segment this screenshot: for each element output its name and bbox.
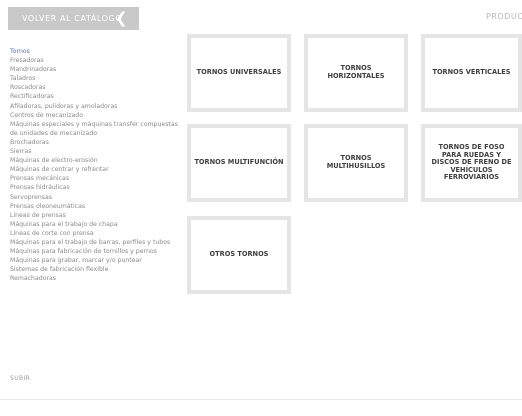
category-item-barras-perfiles[interactable]: Máquinas para el trabajo de barras, perf… xyxy=(10,238,185,247)
category-item-tornillos-pernos[interactable]: Máquinas para fabricación de tornillos y… xyxy=(10,247,185,256)
category-item-remachadoras[interactable]: Remachadoras xyxy=(10,274,185,283)
catalog-page: VOLVER AL CATÁLOGO ❮ PRODUCTOS Tornos Fr… xyxy=(0,0,522,416)
category-item-servoprensas[interactable]: Servoprensas xyxy=(10,193,185,202)
category-item-maquinas-especiales[interactable]: Máquinas especiales y máquinas transfer … xyxy=(10,120,185,129)
category-item-prensas-mecanicas[interactable]: Prensas mecánicas xyxy=(10,174,185,183)
category-item-fabricacion-flexible[interactable]: Sistemas de fabricación flexible xyxy=(10,265,185,274)
category-item-centros-mecanizado[interactable]: Centros de mecanizado xyxy=(10,111,185,120)
product-tile[interactable]: TORNOS MULTIFUNCIÓN xyxy=(187,124,291,202)
product-tile[interactable]: TORNOS VERTICALES xyxy=(421,34,522,112)
category-item-lineas-prensas[interactable]: Líneas de prensas xyxy=(10,211,185,220)
product-tile[interactable]: OTROS TORNOS xyxy=(187,216,291,294)
category-item-brochadoras[interactable]: Brochadoras xyxy=(10,138,185,147)
category-item-prensas-oleoneumaticas[interactable]: Prensas oleoneumáticas xyxy=(10,202,185,211)
category-item-electro-erosion[interactable]: Máquinas de electro-erosión xyxy=(10,156,185,165)
scroll-up-link[interactable]: SUBIR xyxy=(10,375,30,382)
product-tile-label: TORNOS UNIVERSALES xyxy=(196,68,282,77)
category-item-maquinas-especiales-cont[interactable]: de unidades de mecanizado xyxy=(10,129,185,138)
product-tile-label: TORNOS MULTIFUNCIÓN xyxy=(194,158,284,167)
category-item-fresadoras[interactable]: Fresadoras xyxy=(10,56,185,65)
footer-divider xyxy=(0,399,522,400)
category-item-lineas-corte[interactable]: Líneas de corte con prensa xyxy=(10,229,185,238)
category-item-taladros[interactable]: Taladros xyxy=(10,74,185,83)
category-item-grabar-marcar[interactable]: Máquinas para grabar, marcar y/o puntear xyxy=(10,256,185,265)
category-nav: Tornos Fresadoras Mandrinadoras Taladros… xyxy=(10,47,185,283)
back-to-catalog-button[interactable]: VOLVER AL CATÁLOGO ❮ xyxy=(8,7,139,30)
category-item-centrar-refrentar[interactable]: Máquinas de centrar y refrentar xyxy=(10,165,185,174)
product-tile[interactable]: TORNOS UNIVERSALES xyxy=(187,34,291,112)
product-tile-label: TORNOS HORIZONTALES xyxy=(327,64,385,80)
category-item-tornos[interactable]: Tornos xyxy=(10,47,185,56)
category-item-trabajo-chapa[interactable]: Máquinas para el trabajo de chapa xyxy=(10,220,185,229)
product-tile[interactable]: TORNOS HORIZONTALES xyxy=(304,34,408,112)
category-item-rectificadoras[interactable]: Rectificadoras xyxy=(10,92,185,101)
category-item-sierras[interactable]: Sierras xyxy=(10,147,185,156)
section-title: PRODUCTOS xyxy=(486,12,522,21)
product-tile-label: TORNOS DE FOSO PARA RUEDAS Y DISCOS DE F… xyxy=(431,143,512,182)
chevron-left-icon: ❮ xyxy=(115,9,128,27)
product-tile-label: TORNOS MULTIHUSILLOS xyxy=(326,154,386,170)
product-tile-label: TORNOS VERTICALES xyxy=(432,68,511,77)
category-item-roscadoras[interactable]: Roscadoras xyxy=(10,83,185,92)
back-button-label: VOLVER AL CATÁLOGO xyxy=(22,14,123,23)
product-tile[interactable]: TORNOS MULTIHUSILLOS xyxy=(304,124,408,202)
category-item-mandrinadoras[interactable]: Mandrinadoras xyxy=(10,65,185,74)
category-item-afiladoras[interactable]: Afiladoras, pulidoras y amoladoras xyxy=(10,102,185,111)
product-tile[interactable]: TORNOS DE FOSO PARA RUEDAS Y DISCOS DE F… xyxy=(421,124,522,202)
product-tile-label: OTROS TORNOS xyxy=(209,250,269,259)
category-item-prensas-hidraulicas[interactable]: Prensas hidráulicas xyxy=(10,183,185,192)
